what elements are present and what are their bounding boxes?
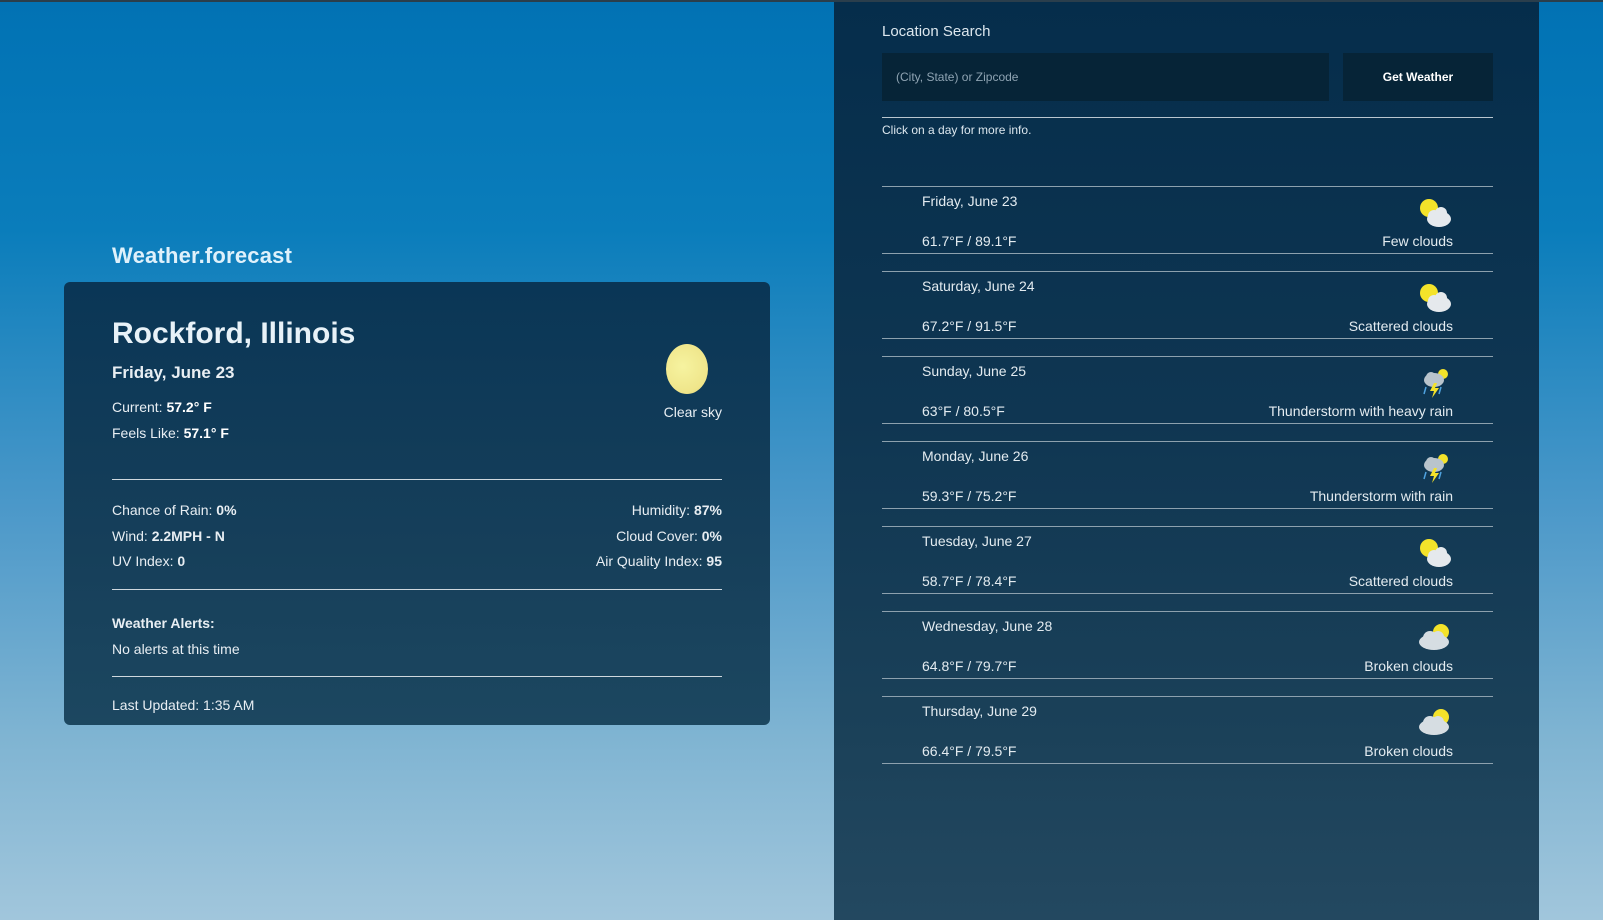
feels-like-label: Feels Like: — [112, 425, 180, 441]
forecast-day-name: Monday, June 26 — [922, 448, 1029, 464]
cloud-sun-behind-icon — [1419, 624, 1449, 650]
forecast-day[interactable]: Friday, June 23 61.7°F / 89.1°F Few clou… — [882, 186, 1493, 254]
get-weather-button[interactable]: Get Weather — [1343, 53, 1493, 101]
uv-index: UV Index: 0 — [112, 549, 237, 575]
city-name: Rockford, Illinois — [112, 317, 356, 350]
forecast-day[interactable]: Sunday, June 25 63°F / 80.5°F Thundersto… — [882, 356, 1493, 424]
forecast-day-name: Tuesday, June 27 — [922, 533, 1032, 549]
stats-left: Chance of Rain: 0% Wind: 2.2MPH - N UV I… — [112, 498, 237, 575]
forecast-day[interactable]: Saturday, June 24 67.2°F / 91.5°F Scatte… — [882, 271, 1493, 339]
feels-like: Feels Like: 57.1° F — [112, 420, 722, 446]
alerts-title: Weather Alerts: — [112, 614, 215, 631]
stats-right: Humidity: 87% Cloud Cover: 0% Air Qualit… — [596, 498, 722, 575]
rain-chance-label: Chance of Rain: — [112, 502, 213, 518]
wind-label: Wind: — [112, 527, 148, 544]
uv-index-label: UV Index: — [112, 553, 174, 569]
forecast-day[interactable]: Tuesday, June 27 58.7°F / 78.4°F Scatter… — [882, 526, 1493, 594]
current-temp-value: 57.2° F — [166, 399, 212, 415]
forecast-day-name: Wednesday, June 28 — [922, 618, 1053, 634]
forecast-temps: 58.7°F / 78.4°F — [922, 573, 1017, 589]
uv-index-value: 0 — [177, 553, 186, 569]
brand-title: Weather.forecast — [112, 243, 293, 268]
forecast-day[interactable]: Thursday, June 29 66.4°F / 79.5°F Broken… — [882, 696, 1493, 764]
rain-chance: Chance of Rain: 0% — [112, 498, 237, 524]
cloud-cover-value: 0% — [701, 527, 722, 544]
current-weather-card: Rockford, Illinois Friday, June 23 Curre… — [64, 282, 770, 725]
search-label: Location Search — [882, 23, 991, 40]
forecast-hint: Click on a day for more info. — [882, 123, 1032, 137]
thunderstorm-icon — [1423, 369, 1448, 398]
humidity-label: Humidity: — [631, 502, 691, 518]
forecast-panel: Location Search Get Weather Click on a d… — [834, 2, 1539, 920]
forecast-desc: Thunderstorm with heavy rain — [1268, 403, 1453, 419]
forecast-day[interactable]: Wednesday, June 28 64.8°F / 79.7°F Broke… — [882, 611, 1493, 679]
forecast-temps: 64.8°F / 79.7°F — [922, 658, 1017, 674]
air-quality-label: Air Quality Index: — [595, 553, 703, 569]
last-updated: Last Updated: 1:35 AM — [112, 696, 255, 713]
humidity: Humidity: 87% — [596, 498, 722, 524]
sun-cloud-icon — [1420, 284, 1451, 312]
humidity-value: 87% — [693, 502, 722, 518]
divider — [882, 117, 1493, 118]
wind-value: 2.2MPH - N — [151, 527, 225, 544]
stats-section: Chance of Rain: 0% Wind: 2.2MPH - N UV I… — [112, 480, 722, 589]
cloud-cover: Cloud Cover: 0% — [596, 524, 722, 550]
forecast-desc: Scattered clouds — [1348, 318, 1453, 334]
alerts-text: No alerts at this time — [112, 640, 240, 657]
forecast-desc: Scattered clouds — [1348, 573, 1453, 589]
cloud-sun-behind-icon — [1419, 709, 1449, 735]
air-quality-value: 95 — [706, 553, 722, 569]
forecast-day-name: Friday, June 23 — [922, 193, 1018, 209]
current-temp-label: Current: — [112, 399, 163, 415]
forecast-desc: Few clouds — [1382, 233, 1453, 249]
sun-cloud-icon — [1420, 539, 1451, 567]
air-quality: Air Quality Index: 95 — [596, 549, 722, 575]
current-date: Friday, June 23 — [112, 363, 235, 382]
moon-icon — [666, 344, 708, 394]
cloud-cover-label: Cloud Cover: — [616, 527, 698, 544]
forecast-day[interactable]: Monday, June 26 59.3°F / 75.2°F Thunders… — [882, 441, 1493, 509]
current-summary: Rockford, Illinois Friday, June 23 Curre… — [112, 316, 722, 466]
location-search-input[interactable] — [882, 53, 1329, 101]
forecast-desc: Thunderstorm with rain — [1309, 488, 1453, 504]
current-temp: Current: 57.2° F — [112, 394, 722, 420]
forecast-desc: Broken clouds — [1364, 658, 1453, 674]
thunderstorm-icon — [1423, 454, 1448, 483]
forecast-day-name: Sunday, June 25 — [922, 363, 1027, 379]
forecast-temps: 66.4°F / 79.5°F — [922, 743, 1017, 759]
sun-cloud-icon — [1420, 199, 1451, 227]
forecast-list: Friday, June 23 61.7°F / 89.1°F Few clou… — [882, 186, 1493, 781]
rain-chance-value: 0% — [216, 502, 237, 518]
forecast-temps: 63°F / 80.5°F — [922, 403, 1005, 419]
forecast-desc: Broken clouds — [1364, 743, 1453, 759]
forecast-temps: 61.7°F / 89.1°F — [922, 233, 1017, 249]
forecast-day-name: Thursday, June 29 — [922, 703, 1037, 719]
feels-like-value: 57.1° F — [183, 425, 229, 441]
condition-label: Clear sky — [663, 404, 722, 420]
alerts-section: Weather Alerts: No alerts at this time — [112, 590, 722, 676]
wind: Wind: 2.2MPH - N — [112, 524, 237, 550]
forecast-day-name: Saturday, June 24 — [922, 278, 1035, 294]
forecast-temps: 59.3°F / 75.2°F — [922, 488, 1017, 504]
forecast-temps: 67.2°F / 91.5°F — [922, 318, 1017, 334]
